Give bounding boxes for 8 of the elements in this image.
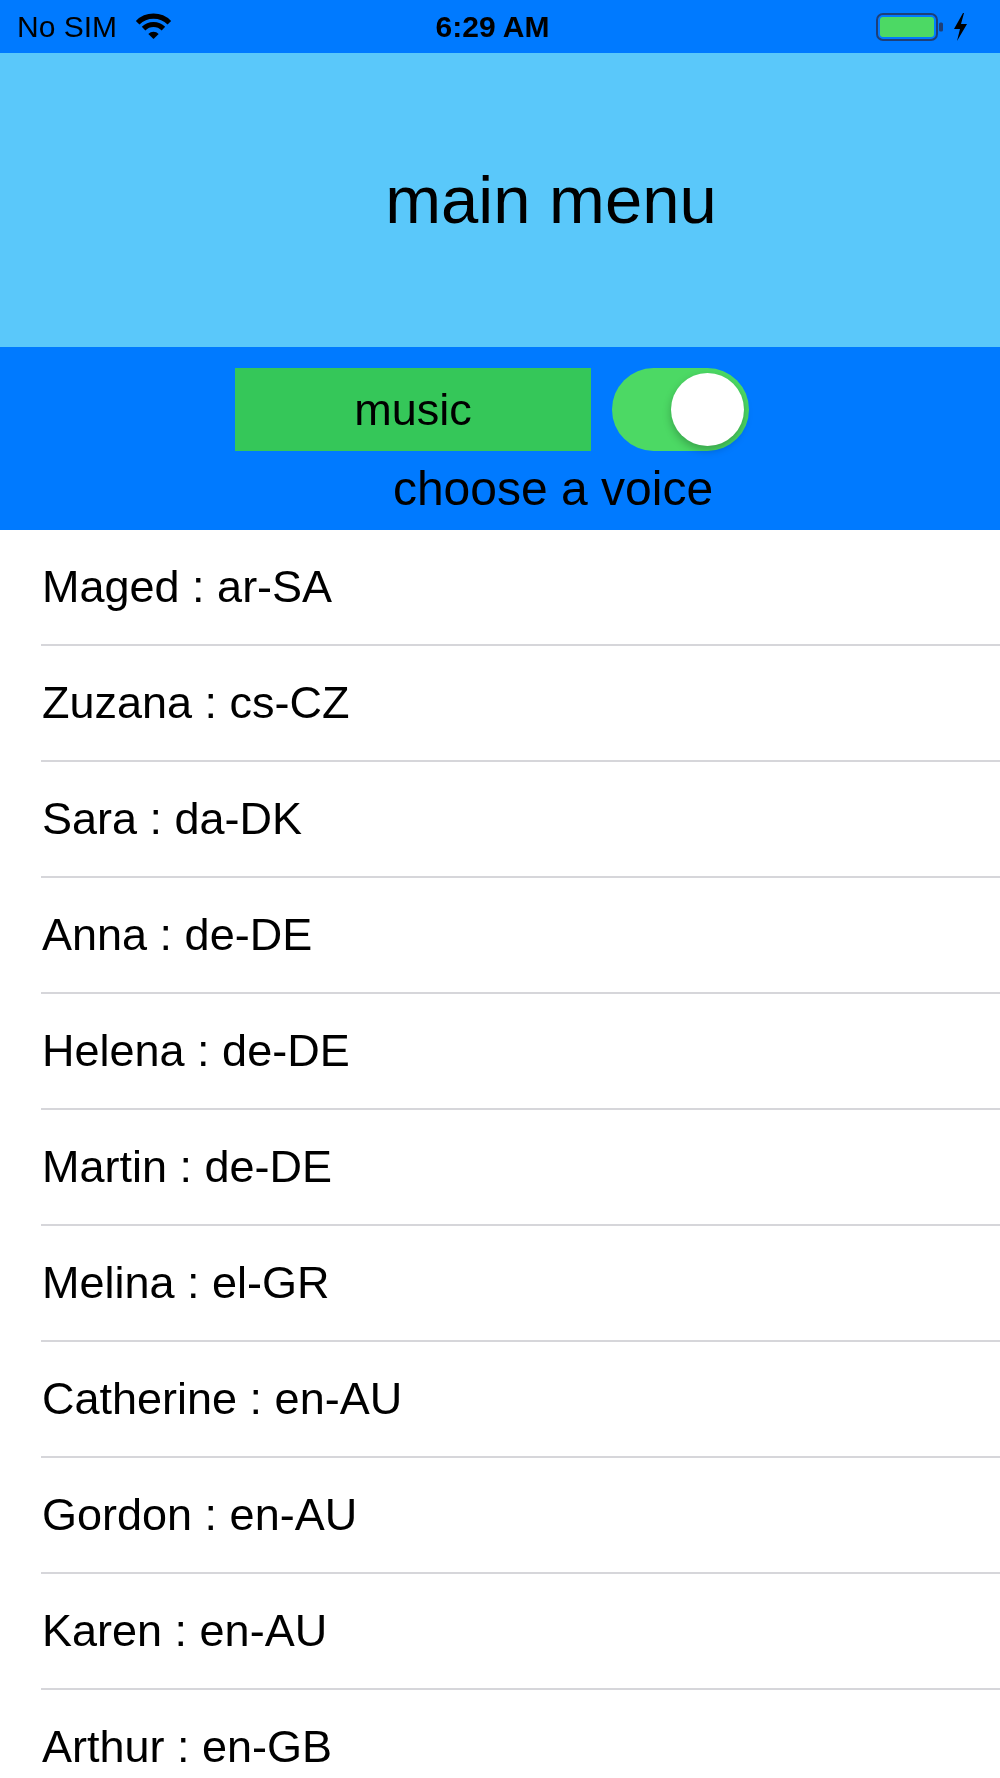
choose-voice-label: choose a voice (392, 461, 714, 517)
wifi-icon (135, 13, 173, 40)
screen-title: main menu (385, 161, 717, 239)
carrier-label: No SIM (17, 11, 118, 42)
lightning-bolt-icon (953, 12, 968, 41)
battery-icon (876, 12, 944, 41)
music-button[interactable]: music (235, 368, 591, 451)
clock-time: 6:29 AM (435, 11, 550, 42)
